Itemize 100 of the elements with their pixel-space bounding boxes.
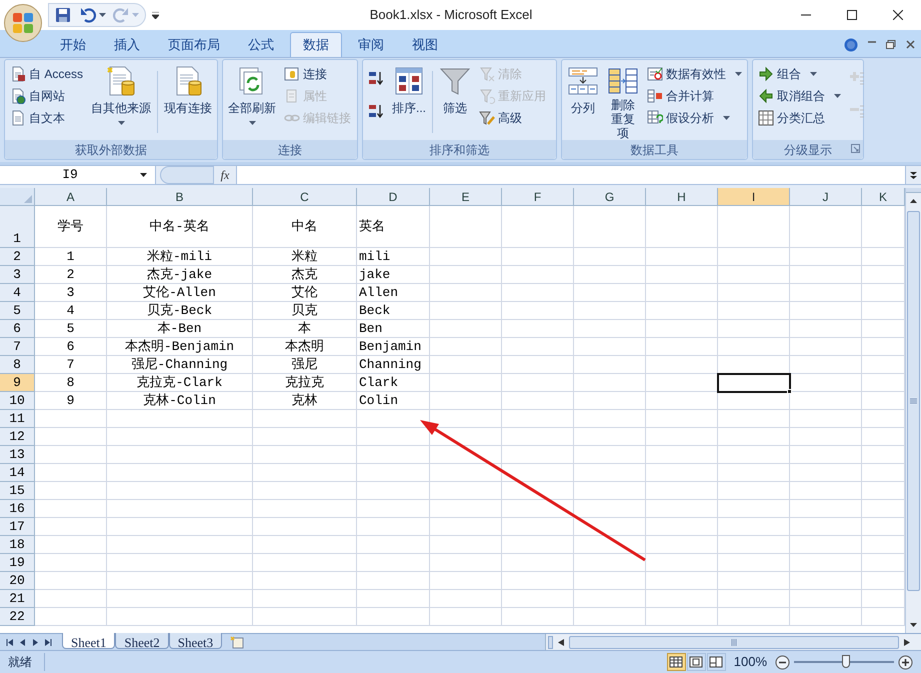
- empty-cell: [646, 392, 718, 410]
- row-header[interactable]: 15: [0, 482, 35, 500]
- empty-cell: [718, 320, 790, 338]
- ribbon-tab[interactable]: 页面布局: [156, 32, 232, 57]
- row-header[interactable]: 2: [0, 248, 35, 266]
- dialog-launcher-button[interactable]: [851, 144, 860, 153]
- row-header[interactable]: 7: [0, 338, 35, 356]
- zoom-slider-track[interactable]: [794, 655, 894, 669]
- workbook-restore-button[interactable]: [886, 40, 896, 49]
- ribbon-tab[interactable]: 开始: [48, 32, 98, 57]
- row-header[interactable]: 5: [0, 302, 35, 320]
- ribbon-button[interactable]: 连接: [282, 63, 353, 84]
- empty-cell: [790, 554, 862, 572]
- row-header[interactable]: 3: [0, 266, 35, 284]
- column-header[interactable]: K: [862, 188, 905, 206]
- ribbon-button[interactable]: 合并计算: [645, 85, 744, 106]
- ribbon-button[interactable]: 分列: [565, 63, 601, 115]
- sheet-nav-button[interactable]: [32, 638, 40, 646]
- zoom-level[interactable]: 100%: [726, 652, 775, 672]
- group-label: 连接: [278, 142, 302, 158]
- column-header[interactable]: B: [107, 188, 253, 206]
- ribbon-button[interactable]: 分类汇总: [756, 107, 843, 128]
- column-header[interactable]: A: [35, 188, 107, 206]
- split-handle[interactable]: [906, 188, 921, 193]
- help-button[interactable]: [844, 38, 858, 52]
- ribbon-button[interactable]: 取消组合: [756, 85, 843, 106]
- sheet-tab[interactable]: Sheet1: [62, 633, 116, 649]
- save-button[interactable]: [55, 7, 71, 23]
- sheet-tab[interactable]: Sheet3: [168, 633, 222, 649]
- ribbon-button[interactable]: 排序...: [390, 63, 428, 115]
- ribbon-tab[interactable]: 插入: [102, 32, 152, 57]
- expand-formula-bar-button[interactable]: [905, 166, 921, 184]
- scrollbar-thumb[interactable]: [569, 636, 899, 648]
- ribbon-button[interactable]: 高级: [477, 107, 548, 128]
- workbook-close-button[interactable]: [906, 40, 915, 49]
- empty-cell: [430, 536, 502, 554]
- ribbon-button[interactable]: 筛选: [437, 63, 474, 115]
- ribbon-button[interactable]: 自网站: [8, 85, 86, 106]
- row-header[interactable]: 6: [0, 320, 35, 338]
- row-header[interactable]: 9: [0, 374, 35, 392]
- view-button[interactable]: [666, 653, 686, 671]
- column-header[interactable]: F: [502, 188, 574, 206]
- zoom-out-button[interactable]: [775, 654, 790, 670]
- sheet-nav-button[interactable]: [45, 638, 53, 646]
- ribbon-button[interactable]: 组合: [756, 63, 843, 84]
- active-cell[interactable]: [718, 374, 790, 392]
- ribbon-button[interactable]: 自 Access: [8, 63, 86, 84]
- ribbon-button[interactable]: 现有连接: [162, 63, 214, 115]
- customize-toolbar-button[interactable]: [152, 12, 159, 18]
- row-header[interactable]: 13: [0, 446, 35, 464]
- ribbon-button[interactable]: 数据有效性: [645, 63, 744, 84]
- ribbon-tab[interactable]: 公式: [236, 32, 286, 57]
- column-header[interactable]: D: [357, 188, 430, 206]
- column-header[interactable]: E: [430, 188, 502, 206]
- undo-dropdown[interactable]: [99, 13, 106, 17]
- row-header[interactable]: 1: [0, 206, 35, 248]
- column-header[interactable]: H: [646, 188, 718, 206]
- row-header[interactable]: 19: [0, 554, 35, 572]
- column-header[interactable]: C: [253, 188, 357, 206]
- ribbon-tab[interactable]: 审阅: [346, 32, 396, 57]
- ribbon-tab[interactable]: 视图: [400, 32, 450, 57]
- zoom-slider-thumb[interactable]: [842, 655, 850, 668]
- fill-handle[interactable]: [787, 389, 792, 394]
- row-header[interactable]: 17: [0, 518, 35, 536]
- row-header[interactable]: 22: [0, 608, 35, 626]
- column-header[interactable]: G: [574, 188, 646, 206]
- view-button[interactable]: [706, 653, 726, 671]
- row-header[interactable]: 8: [0, 356, 35, 374]
- ribbon-button[interactable]: 自文本: [8, 107, 86, 128]
- ribbon-button[interactable]: 全部刷新: [226, 63, 278, 125]
- row-header[interactable]: 14: [0, 464, 35, 482]
- tab-split-handle[interactable]: [548, 636, 553, 648]
- ribbon-button[interactable]: 删除 重复项: [605, 63, 641, 140]
- advanced-filter-icon: [479, 110, 496, 126]
- ribbon-button[interactable]: 假设分析: [645, 107, 744, 128]
- sheet-tab[interactable]: Sheet2: [115, 633, 169, 649]
- row-header[interactable]: 4: [0, 284, 35, 302]
- ribbon-button[interactable]: 自其他来源: [89, 63, 154, 125]
- table-cell: jake: [357, 266, 430, 284]
- column-header[interactable]: J: [790, 188, 862, 206]
- undo-button[interactable]: [80, 7, 96, 23]
- insert-sheet-button[interactable]: [230, 634, 246, 650]
- column-header[interactable]: I: [718, 188, 790, 206]
- row-header[interactable]: 12: [0, 428, 35, 446]
- row-header[interactable]: 10: [0, 392, 35, 410]
- empty-cell: [718, 536, 790, 554]
- row-header[interactable]: 18: [0, 536, 35, 554]
- empty-cell: [646, 302, 718, 320]
- row-header[interactable]: 16: [0, 500, 35, 518]
- horizontal-scrollbar[interactable]: [545, 634, 921, 650]
- row-header[interactable]: 20: [0, 572, 35, 590]
- ribbon-tab[interactable]: 数据: [290, 32, 342, 57]
- row-header[interactable]: 21: [0, 590, 35, 608]
- sheet-nav-button[interactable]: [19, 638, 27, 646]
- sheet-nav-button[interactable]: [6, 638, 14, 646]
- formula-bar-grip[interactable]: [160, 166, 214, 184]
- row-header[interactable]: 11: [0, 410, 35, 428]
- view-button[interactable]: [686, 653, 706, 671]
- zoom-in-button[interactable]: [898, 654, 913, 670]
- scrollbar-thumb[interactable]: [907, 211, 920, 591]
